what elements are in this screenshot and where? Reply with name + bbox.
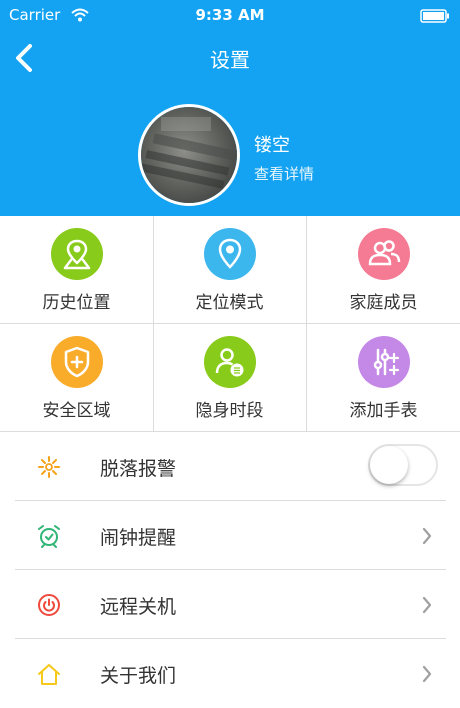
feature-grid: 历史位置 定位模式 家庭成员 安全区域 隐身时段 添加手表: [0, 216, 460, 432]
setting-alarm-reminder[interactable]: 闹钟提醒: [0, 501, 460, 570]
grid-item-label: 安全区域: [42, 401, 111, 421]
alarm-clock-icon: [36, 523, 62, 549]
chevron-right-icon: [422, 596, 432, 618]
view-details-link[interactable]: 查看详情: [254, 163, 314, 184]
battery-icon: [420, 8, 450, 27]
grid-item-add-watch[interactable]: 添加手表: [307, 324, 460, 431]
grid-item-label: 添加手表: [349, 401, 418, 421]
grid-item-family-members[interactable]: 家庭成员: [307, 216, 460, 323]
status-bar: Carrier 9:33 AM: [0, 0, 460, 32]
power-icon: [36, 592, 62, 618]
chevron-right-icon: [422, 665, 432, 687]
toggle-knob: [370, 446, 408, 484]
setting-label: 远程关机: [100, 596, 177, 618]
setting-label: 闹钟提醒: [100, 527, 177, 549]
grid-divider: [0, 323, 460, 324]
home-icon: [36, 661, 62, 687]
location-pin-icon: [203, 228, 256, 280]
grid-item-label: 家庭成员: [349, 293, 418, 313]
family-members-icon: [357, 228, 410, 280]
grid-item-history-location[interactable]: 历史位置: [0, 216, 153, 323]
page-title: 设置: [210, 48, 250, 72]
shield-plus-icon: [50, 336, 103, 388]
setting-remote-shutdown[interactable]: 远程关机: [0, 570, 460, 639]
header: Carrier 9:33 AM 设置 镂空 查看详情: [0, 0, 460, 216]
grid-item-safe-zone[interactable]: 安全区域: [0, 324, 153, 431]
setting-label: 脱落报警: [100, 458, 177, 480]
avatar[interactable]: [138, 104, 240, 206]
grid-item-invisible-period[interactable]: 隐身时段: [153, 324, 306, 431]
grid-item-location-mode[interactable]: 定位模式: [153, 216, 306, 323]
profile-name: 镂空: [254, 135, 290, 156]
status-time: 9:33 AM: [195, 6, 265, 24]
grid-item-label: 历史位置: [42, 293, 111, 313]
chevron-right-icon: [422, 527, 432, 549]
alert-icon: [36, 454, 62, 480]
map-location-icon: [50, 228, 103, 280]
setting-about-us[interactable]: 关于我们: [0, 639, 460, 708]
add-settings-icon: [357, 336, 410, 388]
user-hidden-icon: [203, 336, 256, 388]
grid-item-label: 定位模式: [195, 293, 264, 313]
grid-item-label: 隐身时段: [195, 401, 264, 421]
setting-label: 关于我们: [100, 665, 177, 687]
detach-alarm-toggle[interactable]: [368, 444, 438, 486]
setting-detach-alarm[interactable]: 脱落报警: [0, 432, 460, 501]
